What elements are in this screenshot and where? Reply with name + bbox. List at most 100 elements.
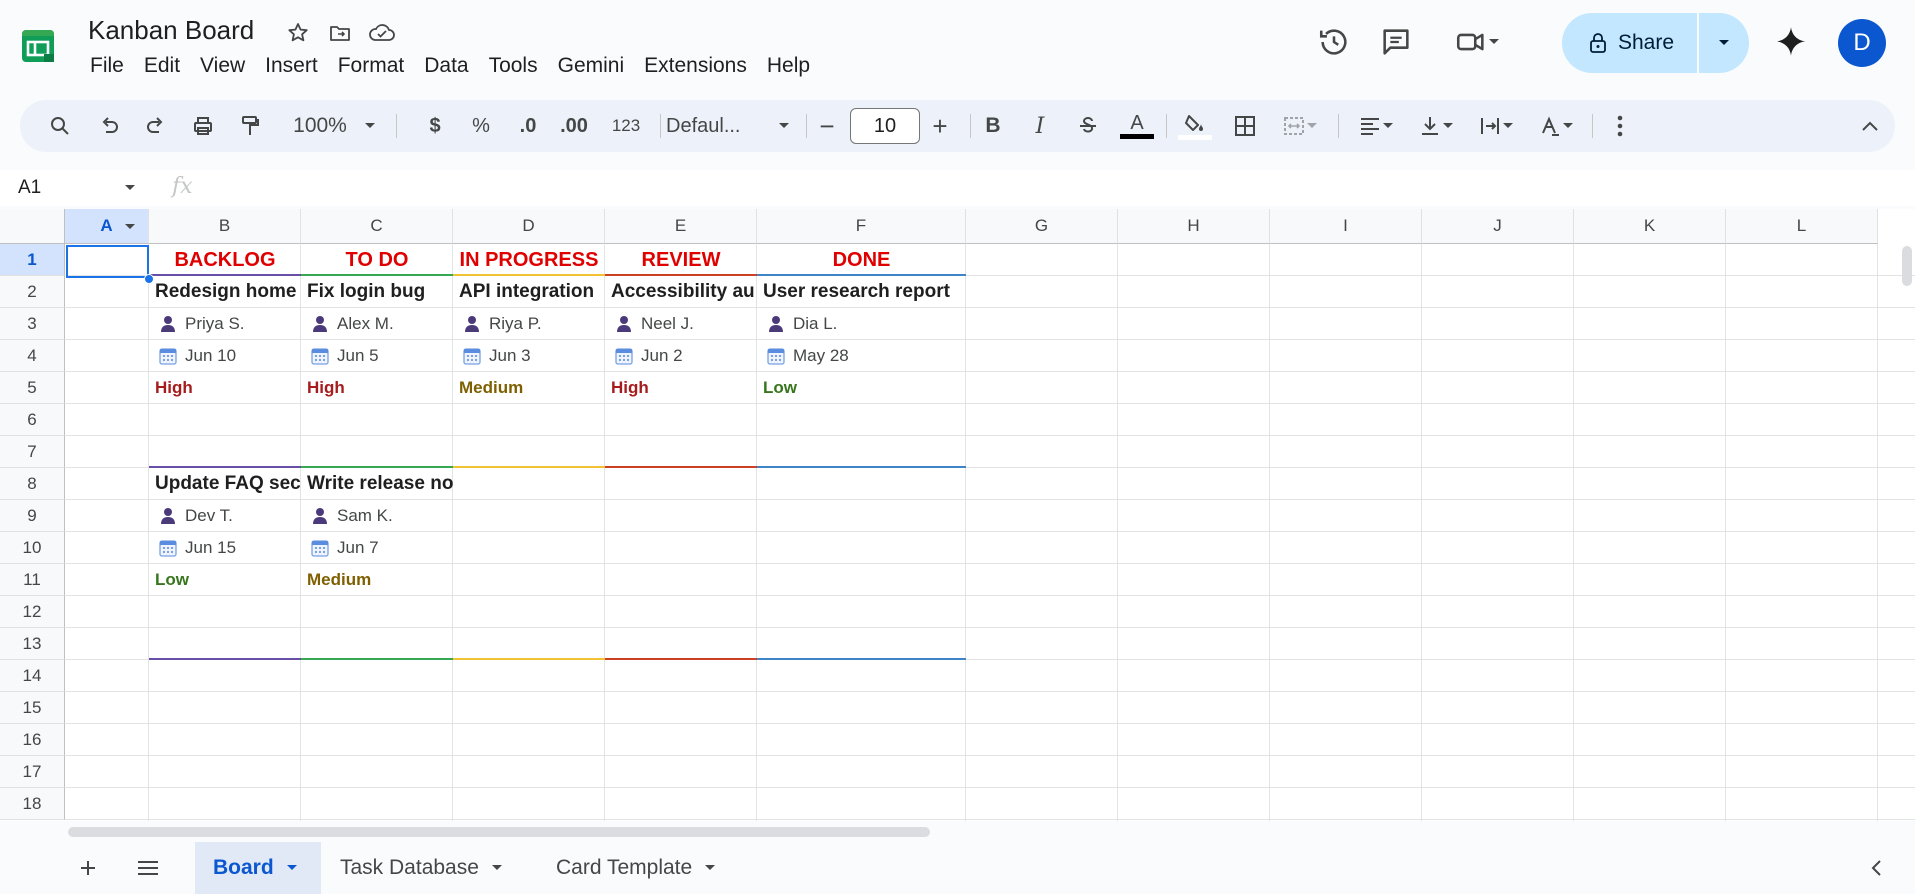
paint-format-icon[interactable] bbox=[230, 100, 270, 152]
row-header[interactable]: 4 bbox=[0, 340, 65, 372]
share-dropdown-icon[interactable] bbox=[1699, 13, 1749, 73]
row-header[interactable]: 17 bbox=[0, 756, 65, 788]
row-header[interactable]: 7 bbox=[0, 436, 65, 468]
column-header[interactable]: J bbox=[1422, 209, 1574, 244]
rotate-icon[interactable] bbox=[1528, 100, 1584, 152]
borders-icon[interactable] bbox=[1223, 100, 1267, 152]
fill-handle[interactable] bbox=[144, 274, 154, 284]
column-header[interactable]: L bbox=[1726, 209, 1878, 244]
horizontal-scrollbar[interactable] bbox=[68, 827, 930, 837]
sheet-tab-task-database[interactable]: Task Database bbox=[322, 842, 521, 894]
print-icon[interactable] bbox=[183, 100, 223, 152]
column-header[interactable]: D bbox=[453, 209, 605, 244]
gemini-icon[interactable] bbox=[1772, 24, 1810, 62]
menu-view[interactable]: View bbox=[190, 52, 255, 80]
row-header[interactable]: 11 bbox=[0, 564, 65, 596]
selected-cell-outline[interactable] bbox=[66, 245, 149, 278]
undo-icon[interactable] bbox=[89, 100, 129, 152]
spreadsheet-grid[interactable]: A B C D E F G H I J K L 1 2 3 4 5 6 7 8 9 10 11 12 13 14 15 16 17 18 B… bbox=[0, 209, 1915, 821]
menu-data[interactable]: Data bbox=[414, 52, 478, 80]
more-icon[interactable] bbox=[1600, 100, 1640, 152]
column-header[interactable]: K bbox=[1574, 209, 1726, 244]
bold-button[interactable]: B bbox=[973, 100, 1013, 152]
meet-icon[interactable] bbox=[1442, 18, 1512, 66]
row-header[interactable]: 3 bbox=[0, 308, 65, 340]
row-header[interactable]: 2 bbox=[0, 276, 65, 308]
menu-tools[interactable]: Tools bbox=[479, 52, 548, 80]
card-title[interactable]: User research report bbox=[757, 276, 966, 308]
sheet-tab-dropdown-icon[interactable] bbox=[491, 864, 503, 872]
redo-icon[interactable] bbox=[136, 100, 176, 152]
zoom-dropdown-icon[interactable] bbox=[360, 100, 380, 152]
collapse-icon[interactable] bbox=[1850, 100, 1890, 152]
currency-format-button[interactable]: $ bbox=[420, 100, 450, 152]
row-header[interactable]: 6 bbox=[0, 404, 65, 436]
align-icon[interactable] bbox=[1348, 100, 1404, 152]
font-size-increase-button[interactable]: + bbox=[920, 100, 960, 152]
font-size-decrease-button[interactable]: − bbox=[812, 100, 842, 152]
row-header[interactable]: 15 bbox=[0, 692, 65, 724]
row-header[interactable]: 13 bbox=[0, 628, 65, 660]
row-header[interactable]: 12 bbox=[0, 596, 65, 628]
menu-format[interactable]: Format bbox=[328, 52, 415, 80]
name-box-dropdown-icon[interactable] bbox=[124, 184, 136, 192]
font-family-select[interactable]: Defaul... bbox=[666, 100, 770, 152]
version-history-icon[interactable] bbox=[1310, 18, 1358, 66]
sheets-logo-icon[interactable] bbox=[20, 26, 56, 66]
collapse-sidebar-icon[interactable] bbox=[1856, 842, 1896, 894]
row-header[interactable]: 10 bbox=[0, 532, 65, 564]
card-title[interactable]: API integration bbox=[453, 276, 605, 308]
column-menu-icon[interactable] bbox=[124, 223, 136, 231]
row-header[interactable]: 18 bbox=[0, 788, 65, 820]
sheet-tab-card-template[interactable]: Card Template bbox=[538, 842, 734, 894]
zoom-select[interactable]: 100% bbox=[284, 100, 356, 152]
column-header[interactable]: B bbox=[149, 209, 301, 244]
row-header[interactable]: 8 bbox=[0, 468, 65, 500]
column-header[interactable]: F bbox=[757, 209, 966, 244]
search-icon[interactable] bbox=[40, 100, 80, 152]
card-title[interactable]: Write release notes bbox=[301, 468, 453, 500]
row-header[interactable]: 14 bbox=[0, 660, 65, 692]
fill-color-icon[interactable] bbox=[1173, 100, 1217, 152]
more-formats-button[interactable]: 123 bbox=[602, 100, 650, 152]
card-title[interactable]: Redesign home bbox=[149, 276, 301, 308]
document-title[interactable]: Kanban Board bbox=[88, 15, 254, 46]
decrease-decimal-button[interactable]: .0 bbox=[508, 100, 548, 152]
valign-icon[interactable] bbox=[1408, 100, 1464, 152]
column-header[interactable]: C bbox=[301, 209, 453, 244]
menu-edit[interactable]: Edit bbox=[134, 52, 190, 80]
star-icon[interactable] bbox=[284, 18, 312, 48]
cloud-status-icon[interactable] bbox=[368, 18, 396, 48]
font-dropdown-icon[interactable] bbox=[774, 100, 794, 152]
menu-help[interactable]: Help bbox=[757, 52, 820, 80]
italic-button[interactable]: I bbox=[1020, 100, 1060, 152]
row-header[interactable]: 1 bbox=[0, 244, 65, 276]
menu-insert[interactable]: Insert bbox=[255, 52, 328, 80]
strikethrough-icon[interactable] bbox=[1068, 100, 1108, 152]
column-header[interactable]: I bbox=[1270, 209, 1422, 244]
vertical-scrollbar[interactable] bbox=[1902, 246, 1912, 286]
column-header[interactable]: G bbox=[966, 209, 1118, 244]
meet-dropdown-icon[interactable] bbox=[1488, 38, 1500, 46]
increase-decimal-button[interactable]: .00 bbox=[552, 100, 596, 152]
column-header[interactable]: H bbox=[1118, 209, 1270, 244]
card-title[interactable]: Update FAQ sec bbox=[149, 468, 301, 500]
all-sheets-icon[interactable] bbox=[128, 842, 168, 894]
sheet-tab-board[interactable]: Board bbox=[195, 842, 321, 894]
row-header[interactable]: 5 bbox=[0, 372, 65, 404]
column-header[interactable]: A bbox=[65, 209, 149, 244]
wrap-icon[interactable] bbox=[1468, 100, 1524, 152]
move-folder-icon[interactable] bbox=[326, 18, 354, 48]
menu-file[interactable]: File bbox=[80, 52, 134, 80]
sheet-tab-dropdown-icon[interactable] bbox=[704, 864, 716, 872]
add-sheet-icon[interactable] bbox=[68, 842, 108, 894]
name-box[interactable]: A1 bbox=[18, 177, 41, 199]
menu-extensions[interactable]: Extensions bbox=[634, 52, 757, 80]
row-header[interactable]: 9 bbox=[0, 500, 65, 532]
card-title[interactable]: Accessibility au bbox=[605, 276, 757, 308]
percent-format-button[interactable]: % bbox=[466, 100, 496, 152]
column-header[interactable]: E bbox=[605, 209, 757, 244]
font-size-input[interactable]: 10 bbox=[850, 108, 920, 144]
sheet-tab-dropdown-icon[interactable] bbox=[286, 864, 298, 872]
text-color-button[interactable]: A bbox=[1115, 100, 1159, 152]
